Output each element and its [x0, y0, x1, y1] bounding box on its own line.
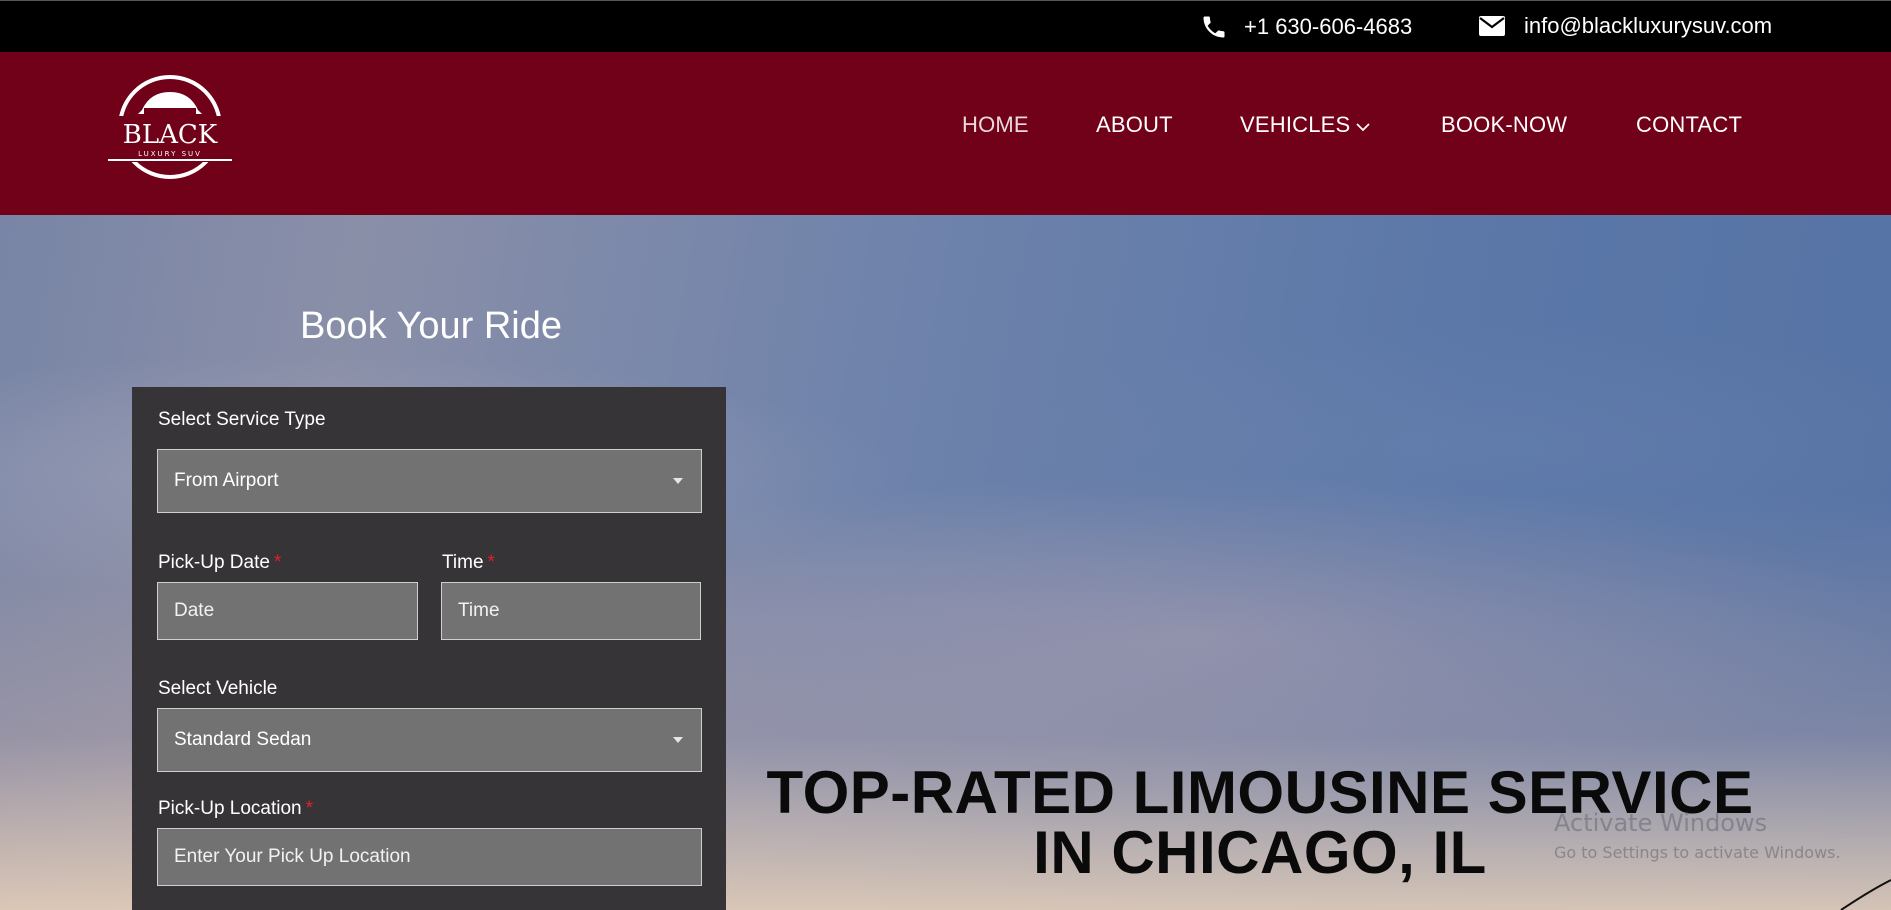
main-navbar: BLACK LUXURY SUV HOME ABOUT VEHICLES BOO… [0, 52, 1891, 215]
select-vehicle-label: Select Vehicle [158, 678, 278, 699]
booking-title: Book Your Ride [300, 305, 562, 347]
nav-contact[interactable]: CONTACT [1636, 112, 1742, 138]
vehicle-select[interactable]: Standard Sedan [157, 708, 702, 772]
required-mark: * [273, 552, 282, 573]
nav-home-label: HOME [962, 112, 1029, 137]
email-address[interactable]: info@blackluxurysuv.com [1524, 13, 1772, 39]
service-type-value: From Airport [174, 470, 279, 491]
time-field[interactable] [441, 582, 701, 640]
nav-about-label: ABOUT [1096, 112, 1173, 137]
pickup-date-field[interactable] [157, 582, 418, 640]
phone-contact[interactable]: +1 630-606-4683 [1200, 13, 1412, 41]
vehicle-value: Standard Sedan [174, 729, 312, 750]
nav-vehicles[interactable]: VEHICLES [1240, 112, 1371, 138]
nav-book-now-label: BOOK-NOW [1441, 112, 1568, 137]
watermark-subtitle: Go to Settings to activate Windows. [1554, 843, 1841, 862]
logo-brand-text: BLACK [123, 120, 218, 150]
car-logo-icon: BLACK LUXURY SUV [104, 75, 236, 186]
envelope-icon [1478, 15, 1506, 37]
watermark-title: Activate Windows [1554, 809, 1768, 837]
service-type-select[interactable]: From Airport [157, 449, 702, 513]
nav-contact-label: CONTACT [1636, 112, 1743, 137]
activate-windows-watermark: Activate Windows Go to Settings to activ… [1554, 809, 1841, 862]
site-logo[interactable]: BLACK LUXURY SUV [104, 72, 236, 182]
pickup-location-input[interactable] [174, 846, 701, 868]
hero-section: Book Your Ride Select Service Type From … [0, 215, 1891, 910]
pickup-date-input[interactable] [174, 600, 417, 622]
pickup-location-field[interactable] [157, 828, 702, 886]
email-contact[interactable]: info@blackluxurysuv.com [1478, 13, 1772, 39]
service-type-label: Select Service Type [158, 409, 326, 430]
phone-number[interactable]: +1 630-606-4683 [1244, 14, 1412, 40]
required-mark: * [305, 798, 314, 819]
nav-vehicles-label: VEHICLES [1240, 112, 1351, 137]
time-label: Time * [442, 552, 495, 573]
select-caret-icon [673, 737, 683, 743]
pickup-location-label: Pick-Up Location * [158, 798, 314, 819]
time-input[interactable] [458, 600, 700, 622]
booking-form: Select Service Type From Airport Pick-Up… [132, 387, 726, 910]
required-mark: * [487, 552, 495, 573]
nav-home[interactable]: HOME [962, 112, 1029, 138]
chevron-down-icon [1356, 112, 1371, 138]
nav-about[interactable]: ABOUT [1096, 112, 1173, 138]
logo-tagline-text: LUXURY SUV [138, 150, 202, 158]
top-contact-bar: +1 630-606-4683 info@blackluxurysuv.com [0, 0, 1891, 52]
pickup-date-label: Pick-Up Date * [158, 552, 282, 573]
select-caret-icon [673, 478, 683, 484]
phone-icon [1200, 13, 1228, 41]
nav-book-now[interactable]: BOOK-NOW [1441, 112, 1567, 138]
